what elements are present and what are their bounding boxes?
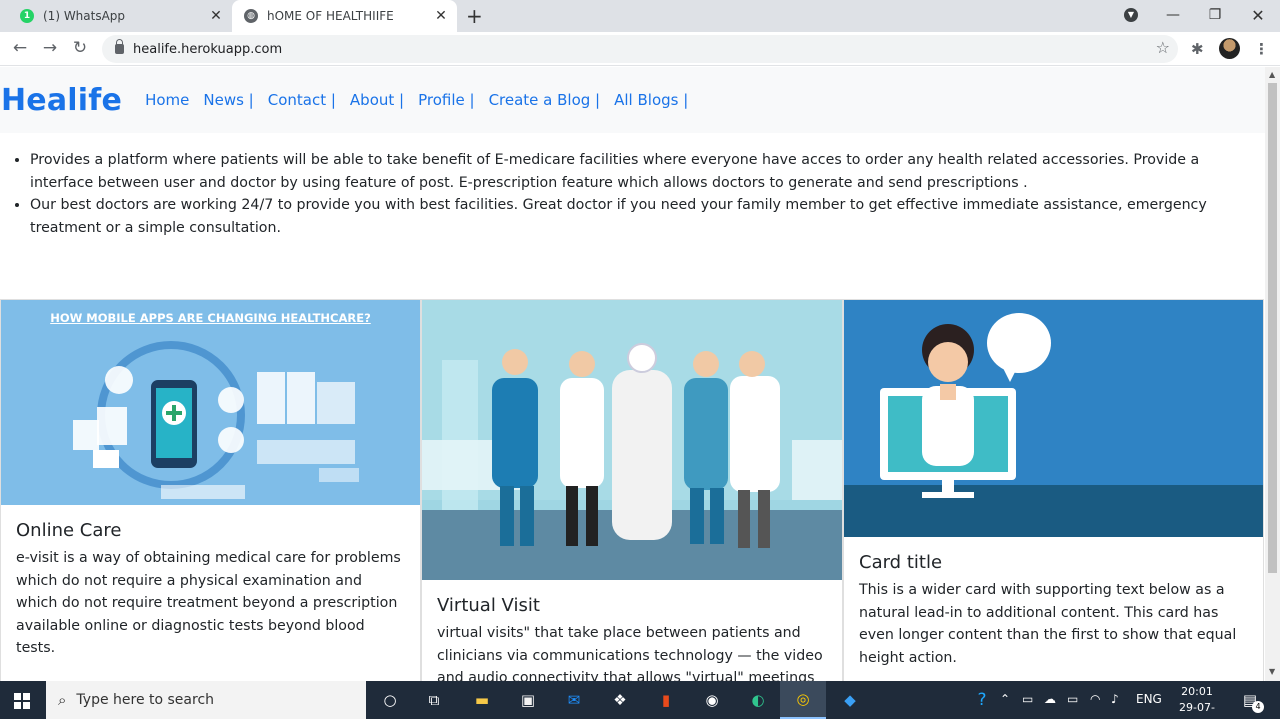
tab-healthiife[interactable]: ◍ hOME OF HEALTHIIFE ✕ — [232, 0, 457, 32]
minimize-icon[interactable]: — — [1159, 0, 1187, 30]
tab-search-icon[interactable]: ▼ — [1120, 0, 1142, 30]
language-indicator[interactable]: ENG — [1136, 692, 1162, 706]
doctors-graphic — [422, 300, 842, 580]
list-item: Provides a platform where patients will … — [30, 149, 1264, 194]
dropbox-icon[interactable]: ❖ — [608, 688, 632, 712]
extensions-icon[interactable]: ✱ — [1191, 40, 1204, 58]
address-url: healife.herokuapp.com — [133, 41, 283, 57]
mail-icon[interactable]: ✉ — [562, 688, 586, 712]
mobile-healthcare-illustration: HOW MOBILE APPS ARE CHANGING HEALTHCARE? — [1, 300, 420, 505]
feature-list: Provides a platform where patients will … — [30, 149, 1264, 239]
page-viewport: Healife Home News | Contact | About | Pr… — [0, 67, 1265, 681]
card-virtual-visit: Virtual Visit virtual visits" that take … — [421, 299, 843, 681]
notification-badge: 4 — [1252, 701, 1264, 713]
taskbar-clock[interactable]: 20:01 29-07-2021 — [1168, 684, 1226, 719]
clock-date: 29-07-2021 — [1179, 701, 1215, 719]
scroll-down-icon[interactable]: ▼ — [1269, 667, 1275, 676]
back-icon[interactable]: ← — [9, 38, 31, 58]
close-icon[interactable]: ✕ — [206, 8, 226, 24]
tab-whatsapp[interactable]: 1 (1) WhatsApp ✕ — [8, 0, 232, 32]
list-item: Our best doctors are working 24/7 to pro… — [30, 194, 1264, 239]
github-icon[interactable]: ◉ — [700, 688, 724, 712]
cloud-icon[interactable]: ☁ — [1044, 692, 1056, 706]
notifications-icon[interactable]: ▤ 4 — [1238, 688, 1264, 713]
tab-title: hOME OF HEALTHIIFE — [267, 9, 394, 23]
volume-icon[interactable]: ♪ — [1111, 692, 1119, 706]
nav-contact[interactable]: Contact | — [268, 91, 336, 109]
bookmark-star-icon[interactable]: ☆ — [1156, 38, 1170, 57]
window-close-icon[interactable]: ✕ — [1244, 0, 1272, 30]
task-view-icon[interactable]: ⧉ — [422, 688, 446, 712]
browser-toolbar: ← → ↻ healife.herokuapp.com ☆ ✱ ⋮ — [0, 32, 1280, 66]
globe-icon: ◍ — [244, 9, 258, 23]
close-icon[interactable]: ✕ — [431, 8, 451, 24]
menu-icon[interactable]: ⋮ — [1254, 40, 1269, 58]
nav-home[interactable]: Home — [145, 91, 189, 109]
nav-about[interactable]: About | — [350, 91, 404, 109]
page-scrollbar[interactable]: ▲ ▼ — [1265, 67, 1280, 681]
scroll-thumb[interactable] — [1268, 83, 1277, 573]
store-icon[interactable]: ▣ — [516, 688, 540, 712]
whatsapp-icon: 1 — [20, 9, 34, 23]
card-title: Card title — [859, 552, 943, 573]
medical-team-illustration — [422, 300, 842, 580]
tray-chevron-up-icon[interactable]: ⌃ — [1000, 692, 1010, 706]
card-group: HOW MOBILE APPS ARE CHANGING HEALTHCARE? — [0, 299, 1264, 681]
phone-apps-graphic — [73, 341, 359, 499]
file-explorer-icon[interactable]: ▬ — [470, 688, 494, 712]
meet-icon[interactable]: ▭ — [1022, 692, 1033, 706]
wifi-icon[interactable]: ◠ — [1090, 692, 1100, 706]
card-title: Virtual Visit — [437, 595, 540, 616]
office-icon[interactable]: ▮ — [654, 688, 678, 712]
battery-icon[interactable]: ▭ — [1067, 692, 1078, 706]
edge-icon[interactable]: ◐ — [746, 688, 770, 712]
new-tab-icon[interactable]: + — [466, 4, 483, 28]
nav-all-blogs[interactable]: All Blogs | — [614, 91, 688, 109]
windows-taskbar: ⌕ Type here to search ○ ⧉ ▬ ▣ ✉ ❖ ▮ ◉ ◐ … — [0, 681, 1280, 719]
scroll-up-icon[interactable]: ▲ — [1269, 70, 1275, 79]
browser-tab-strip: 1 (1) WhatsApp ✕ ◍ hOME OF HEALTHIIFE ✕ … — [0, 0, 1280, 32]
lock-icon[interactable] — [115, 39, 124, 54]
card-text: virtual visits" that take place between … — [437, 625, 823, 681]
site-brand[interactable]: Healife — [1, 83, 122, 118]
card-text: e-visit is a way of obtaining medical ca… — [16, 550, 401, 657]
doctor-monitor-graphic — [844, 313, 1263, 537]
tab-title: (1) WhatsApp — [43, 9, 126, 23]
clock-time: 20:01 — [1181, 685, 1213, 698]
card-text: This is a wider card with supporting tex… — [859, 582, 1237, 666]
avatar[interactable] — [1219, 38, 1240, 59]
chrome-icon[interactable]: ◎ — [780, 681, 826, 719]
maximize-icon[interactable]: ❐ — [1201, 0, 1229, 30]
vscode-icon[interactable]: ◆ — [838, 688, 862, 712]
reload-icon[interactable]: ↻ — [69, 38, 91, 58]
search-placeholder: Type here to search — [76, 692, 215, 708]
forward-icon[interactable]: → — [39, 38, 61, 58]
windows-start-icon[interactable] — [14, 693, 30, 709]
telehealth-illustration — [844, 300, 1263, 537]
card-doctor: Card title This is a wider card with sup… — [843, 299, 1264, 681]
nav-create-blog[interactable]: Create a Blog | — [489, 91, 601, 109]
nav-profile[interactable]: Profile | — [418, 91, 474, 109]
site-navbar: Healife Home News | Contact | About | Pr… — [0, 67, 1265, 133]
taskbar-search-input[interactable]: ⌕ Type here to search — [46, 681, 366, 719]
address-bar[interactable]: healife.herokuapp.com ☆ — [102, 35, 1178, 63]
search-icon: ⌕ — [58, 691, 67, 709]
help-icon[interactable]: ? — [970, 688, 994, 712]
nav-news[interactable]: News | — [203, 91, 253, 109]
card-online-care: HOW MOBILE APPS ARE CHANGING HEALTHCARE? — [0, 299, 421, 681]
cortana-icon[interactable]: ○ — [378, 688, 402, 712]
card-title: Online Care — [16, 520, 122, 541]
